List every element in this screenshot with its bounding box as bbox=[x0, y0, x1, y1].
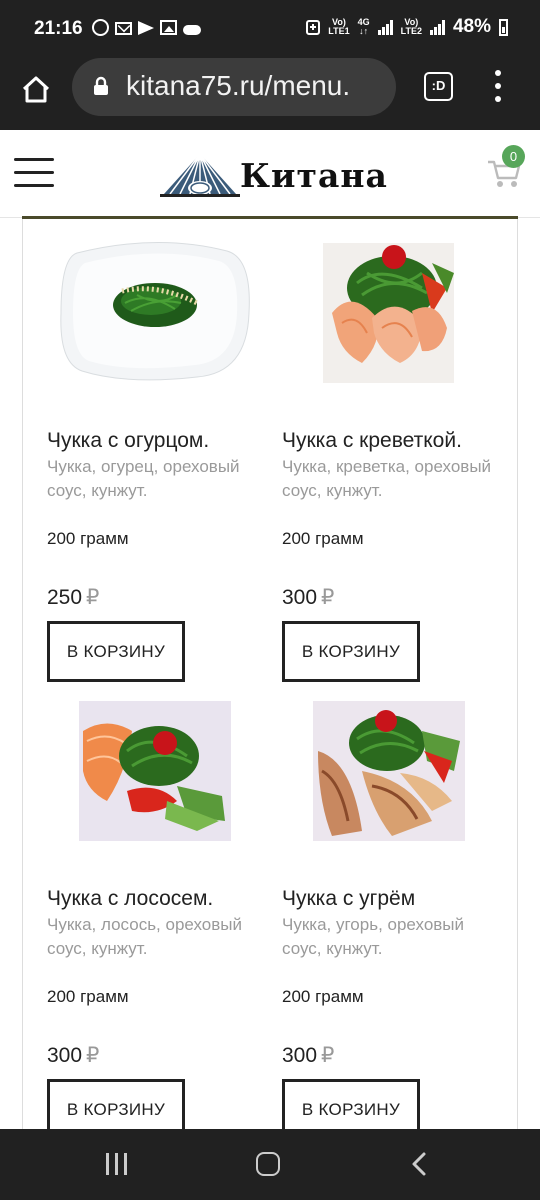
cart-count-badge[interactable]: 0 bbox=[502, 145, 525, 168]
product-price: 250 ₽ bbox=[47, 585, 99, 610]
hamburger-menu-icon[interactable] bbox=[14, 156, 54, 188]
price-value: 300 bbox=[282, 1044, 318, 1067]
product-name[interactable]: Чукка с угрём bbox=[282, 887, 415, 911]
status-bar: 21:16 Vo) LTE1 4G ↓↑ Vo) LTE2 48% bbox=[0, 0, 540, 58]
logo-text: Китана bbox=[240, 156, 388, 195]
product-image[interactable] bbox=[282, 691, 504, 841]
signal2-icon bbox=[429, 19, 445, 35]
net3-bottom: LTE2 bbox=[400, 26, 422, 36]
address-bar[interactable]: kitana75.ru/menu. bbox=[72, 58, 396, 116]
site-logo[interactable]: Китана bbox=[160, 150, 390, 200]
battery-percent: 48% bbox=[452, 16, 491, 37]
currency-symbol: ₽ bbox=[86, 586, 100, 609]
product-image[interactable] bbox=[47, 233, 269, 383]
telegram-icon bbox=[138, 21, 154, 35]
site-header: Китана bbox=[0, 130, 540, 218]
product-image[interactable] bbox=[47, 691, 269, 841]
product-name[interactable]: Чукка с лососем. bbox=[47, 887, 213, 911]
network-lte1: Vo) LTE1 bbox=[328, 18, 349, 36]
product-price: 300 ₽ bbox=[282, 1043, 334, 1068]
product-weight: 200 грамм bbox=[282, 529, 364, 548]
price-value: 300 bbox=[282, 586, 318, 609]
gallery-icon bbox=[160, 20, 177, 35]
menu-content: Чукка с огурцом. Чукка, огурец, ореховый… bbox=[22, 219, 518, 1129]
product-price: 300 ₽ bbox=[282, 585, 334, 610]
product-description: Чукка, лосось, ореховый соус, кунжут. bbox=[47, 915, 242, 958]
recent-apps-icon[interactable] bbox=[106, 1153, 130, 1175]
signal1-icon bbox=[377, 19, 393, 35]
product-weight: 200 грамм bbox=[47, 987, 129, 1006]
product-weight: 200 грамм bbox=[47, 529, 129, 548]
product-description: Чукка, угорь, ореховый соус, кунжут. bbox=[282, 915, 465, 958]
product-price: 300 ₽ bbox=[47, 1043, 99, 1068]
product-name[interactable]: Чукка с огурцом. bbox=[47, 429, 209, 453]
product-name[interactable]: Чукка с креветкой. bbox=[282, 429, 462, 453]
product-weight: 200 грамм bbox=[282, 987, 364, 1006]
add-to-cart-button[interactable]: В КОРЗИНУ bbox=[47, 621, 185, 682]
home-button-icon[interactable] bbox=[256, 1152, 280, 1176]
currency-symbol: ₽ bbox=[86, 1044, 100, 1067]
net2-bottom: ↓↑ bbox=[359, 26, 369, 36]
cloud-icon bbox=[183, 25, 201, 35]
battery-icon bbox=[499, 18, 508, 36]
network-4g: 4G ↓↑ bbox=[358, 18, 370, 36]
home-icon[interactable] bbox=[16, 70, 56, 110]
add-to-cart-button[interactable]: В КОРЗИНУ bbox=[282, 621, 420, 682]
network-lte2: Vo) LTE2 bbox=[401, 18, 422, 36]
browser-menu-icon[interactable] bbox=[488, 70, 508, 102]
tab-switcher-button[interactable]: :D bbox=[424, 72, 453, 101]
back-icon[interactable] bbox=[408, 1151, 432, 1177]
mail-icon bbox=[115, 22, 132, 35]
product-description: Чукка, креветка, ореховый соус, кунжут. bbox=[282, 457, 492, 500]
lock-icon bbox=[94, 76, 108, 95]
status-time: 21:16 bbox=[34, 18, 83, 39]
price-value: 300 bbox=[47, 1044, 83, 1067]
browser-toolbar: kitana75.ru/menu. :D bbox=[0, 58, 540, 130]
add-to-cart-button[interactable]: В КОРЗИНУ bbox=[47, 1079, 185, 1129]
currency-symbol: ₽ bbox=[321, 1044, 335, 1067]
alarm-icon bbox=[306, 20, 321, 35]
system-icons: Vo) LTE1 4G ↓↑ Vo) LTE2 48% bbox=[306, 16, 508, 38]
net1-bottom: LTE1 bbox=[328, 26, 350, 36]
notification-icons bbox=[92, 19, 201, 36]
url-text[interactable]: kitana75.ru/menu. bbox=[126, 70, 392, 102]
viber-icon bbox=[92, 19, 109, 36]
fan-logo-icon bbox=[160, 153, 240, 197]
add-to-cart-button[interactable]: В КОРЗИНУ bbox=[282, 1079, 420, 1129]
system-nav-bar bbox=[0, 1129, 540, 1200]
product-description: Чукка, огурец, ореховый соус, кунжут. bbox=[47, 457, 240, 500]
currency-symbol: ₽ bbox=[321, 586, 335, 609]
product-image[interactable] bbox=[282, 233, 504, 383]
price-value: 250 bbox=[47, 586, 83, 609]
